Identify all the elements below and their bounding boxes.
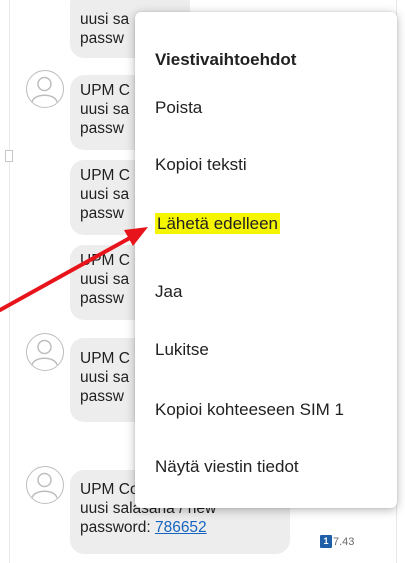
menu-item-forward-label: Lähetä edelleen [155, 213, 281, 234]
menu-item-copy-text[interactable]: Kopioi teksti [155, 155, 247, 175]
contact-avatar-icon[interactable] [26, 466, 64, 504]
timestamp-text: 7.43 [333, 535, 355, 548]
message-timestamp: 1 7.43 [320, 535, 354, 548]
contact-avatar-icon[interactable] [26, 333, 64, 371]
menu-item-lock[interactable]: Lukitse [155, 340, 209, 360]
menu-item-view-details[interactable]: Näytä viestin tiedot [155, 457, 299, 477]
message-line: password: 786652 [80, 518, 280, 537]
scroll-handle[interactable] [5, 150, 13, 162]
menu-item-copy-to-sim1[interactable]: Kopioi kohteeseen SIM 1 [155, 400, 344, 420]
menu-item-delete[interactable]: Poista [155, 98, 202, 118]
message-thread-screen: uusi sa passw UPM C uusi sa passw UPM C … [0, 0, 405, 563]
verification-code-link[interactable]: 786652 [155, 519, 207, 536]
message-options-menu: Viestivaihtoehdot Poista Kopioi teksti L… [135, 12, 397, 508]
menu-item-share[interactable]: Jaa [155, 282, 182, 302]
message-text: password: [80, 519, 155, 536]
menu-item-forward[interactable]: Lähetä edelleen [155, 213, 281, 234]
left-edge-divider [9, 0, 10, 563]
sim-1-badge-icon: 1 [320, 535, 332, 548]
contact-avatar-icon[interactable] [26, 70, 64, 108]
menu-title: Viestivaihtoehdot [155, 50, 297, 69]
